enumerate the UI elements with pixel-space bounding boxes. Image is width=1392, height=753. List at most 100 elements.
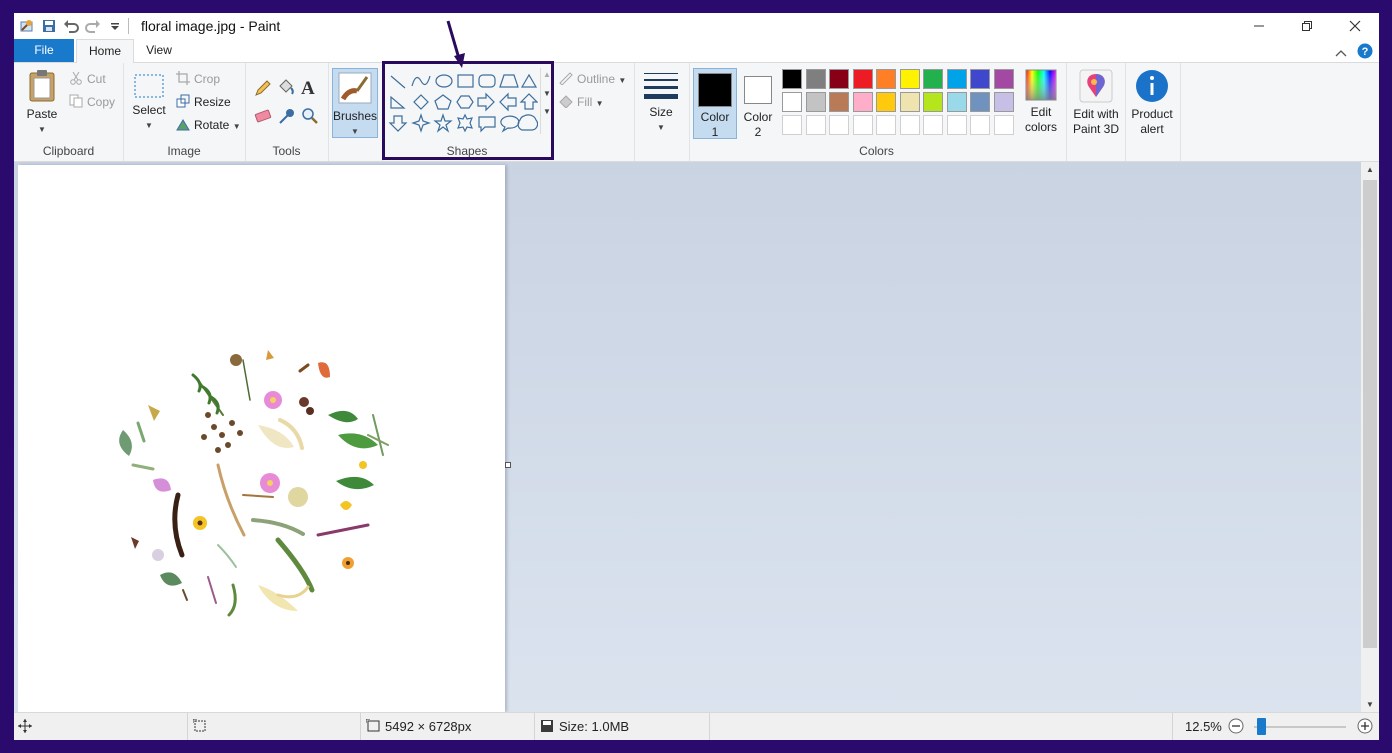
select-label: Select <box>132 103 166 117</box>
palette-color-swatch[interactable] <box>993 69 1014 89</box>
palette-color-swatch[interactable] <box>946 92 967 112</box>
outline-button[interactable]: Outline ▼ <box>577 72 626 86</box>
palette-color-swatch[interactable] <box>876 92 896 112</box>
edit-colors-button[interactable]: Edit colors <box>1019 69 1063 135</box>
cut-icon <box>70 71 82 88</box>
magnifier-icon[interactable] <box>301 107 319 128</box>
scroll-down-icon[interactable]: ▼ <box>1361 700 1379 709</box>
color-picker-icon[interactable] <box>278 107 296 128</box>
close-button[interactable] <box>1331 13 1379 39</box>
custom-color-swatch[interactable] <box>782 115 802 135</box>
custom-color-swatch[interactable] <box>899 115 920 135</box>
image-size-icon <box>365 718 380 736</box>
redo-icon[interactable] <box>84 17 102 35</box>
palette-color-swatch[interactable] <box>829 92 849 112</box>
palette-color-swatch[interactable] <box>829 69 849 89</box>
paint-app-icon[interactable] <box>18 17 36 35</box>
palette-color-swatch[interactable] <box>852 69 873 89</box>
custom-color-swatch[interactable] <box>970 115 990 135</box>
canvas-workarea[interactable] <box>14 162 1361 712</box>
palette-color-swatch[interactable] <box>876 69 896 89</box>
zoom-out-button[interactable] <box>1228 718 1244 737</box>
palette-color-swatch[interactable] <box>970 92 990 112</box>
palette-color-swatch[interactable] <box>923 92 943 112</box>
info-icon <box>1136 70 1168 102</box>
undo-icon[interactable] <box>62 17 80 35</box>
product-alert-button[interactable]: Product alert <box>1126 69 1178 137</box>
annotation-arrow-icon <box>446 20 465 68</box>
custom-color-swatch[interactable] <box>876 115 896 135</box>
zoom-slider-thumb[interactable] <box>1257 718 1266 735</box>
cut-button[interactable]: Cut <box>87 72 106 86</box>
brushes-button[interactable]: Brushes ▼ <box>332 68 378 138</box>
palette-color-swatch[interactable] <box>899 69 920 89</box>
canvas-resize-handle[interactable] <box>505 462 511 468</box>
zoom-slider-track[interactable] <box>1254 726 1346 728</box>
status-divider <box>534 713 535 740</box>
line-width-icon <box>644 73 678 99</box>
tab-home[interactable]: Home <box>76 39 134 64</box>
palette-color-swatch[interactable] <box>946 69 967 89</box>
window-title: floral image.jpg - Paint <box>141 18 281 34</box>
tab-file[interactable]: File <box>14 39 74 62</box>
product-alert-label-2: alert <box>1140 122 1164 136</box>
palette-color-swatch[interactable] <box>805 92 826 112</box>
brush-icon <box>338 72 372 104</box>
resize-icon <box>176 94 190 111</box>
scroll-up-icon[interactable]: ▲ <box>1361 165 1379 174</box>
tools-group-label: Tools <box>272 144 301 158</box>
resize-button[interactable]: Resize <box>194 95 231 109</box>
palette-color-swatch[interactable] <box>805 69 826 89</box>
palette-color-swatch[interactable] <box>923 69 943 89</box>
outline-dropdown-icon: ▼ <box>618 76 627 85</box>
color1-button[interactable]: Color 1 <box>693 68 737 139</box>
custom-color-swatch[interactable] <box>946 115 967 135</box>
brushes-dropdown-icon: ▼ <box>351 127 359 136</box>
color2-swatch <box>744 76 772 104</box>
tab-view[interactable]: View <box>134 39 184 62</box>
paste-button[interactable]: Paste ▼ <box>22 69 62 137</box>
palette-color-swatch[interactable] <box>782 69 802 89</box>
minimize-button[interactable] <box>1235 13 1283 39</box>
custom-color-swatch[interactable] <box>829 115 849 135</box>
fill-button[interactable]: Fill ▼ <box>577 95 604 109</box>
collapse-ribbon-icon[interactable] <box>1335 46 1347 60</box>
palette-color-swatch[interactable] <box>970 69 990 89</box>
custom-color-swatch[interactable] <box>923 115 943 135</box>
copy-button[interactable]: Copy <box>87 95 115 109</box>
rotate-dropdown-icon: ▼ <box>232 122 241 131</box>
zoom-level: 12.5% <box>1185 719 1222 734</box>
palette-color-swatch[interactable] <box>782 92 802 112</box>
fill-bucket-icon[interactable] <box>277 78 295 99</box>
ribbon: Paste ▼ Cut Copy Clipboard Select ▼ Crop… <box>14 63 1379 162</box>
custom-color-swatch[interactable] <box>805 115 826 135</box>
palette-color-swatch[interactable] <box>899 92 920 112</box>
size-button[interactable]: Size ▼ <box>640 71 682 135</box>
image-canvas[interactable] <box>18 165 505 712</box>
image-group: Select ▼ Crop Resize Rotate ▼ Image <box>123 63 246 161</box>
palette-color-swatch[interactable] <box>852 92 873 112</box>
palette-color-swatch[interactable] <box>993 92 1014 112</box>
scrollbar-thumb[interactable] <box>1363 180 1377 648</box>
vertical-scrollbar[interactable]: ▲ ▼ <box>1361 162 1379 712</box>
color1-number: 1 <box>711 125 719 139</box>
zoom-in-button[interactable] <box>1357 718 1373 737</box>
color1-label: Color <box>700 110 730 124</box>
text-tool-icon[interactable]: A <box>300 77 318 100</box>
eraser-icon[interactable] <box>254 108 272 127</box>
help-icon[interactable]: ? <box>1357 43 1373 62</box>
paint3d-label-2: Paint 3D <box>1072 122 1120 136</box>
save-icon[interactable] <box>40 17 58 35</box>
color2-button[interactable]: Color 2 <box>737 69 779 140</box>
customize-qat-icon[interactable] <box>106 17 124 35</box>
restore-button[interactable] <box>1283 13 1331 39</box>
custom-color-swatch[interactable] <box>852 115 873 135</box>
crop-button[interactable]: Crop <box>194 72 220 86</box>
pencil-icon[interactable] <box>254 79 272 100</box>
rotate-button[interactable]: Rotate ▼ <box>194 118 241 132</box>
custom-color-swatch[interactable] <box>993 115 1014 135</box>
edit-with-paint3d-button[interactable]: Edit with Paint 3D <box>1069 69 1123 137</box>
svg-text:A: A <box>301 78 315 97</box>
select-button[interactable]: Select ▼ <box>131 73 167 133</box>
outline-icon <box>558 71 574 88</box>
